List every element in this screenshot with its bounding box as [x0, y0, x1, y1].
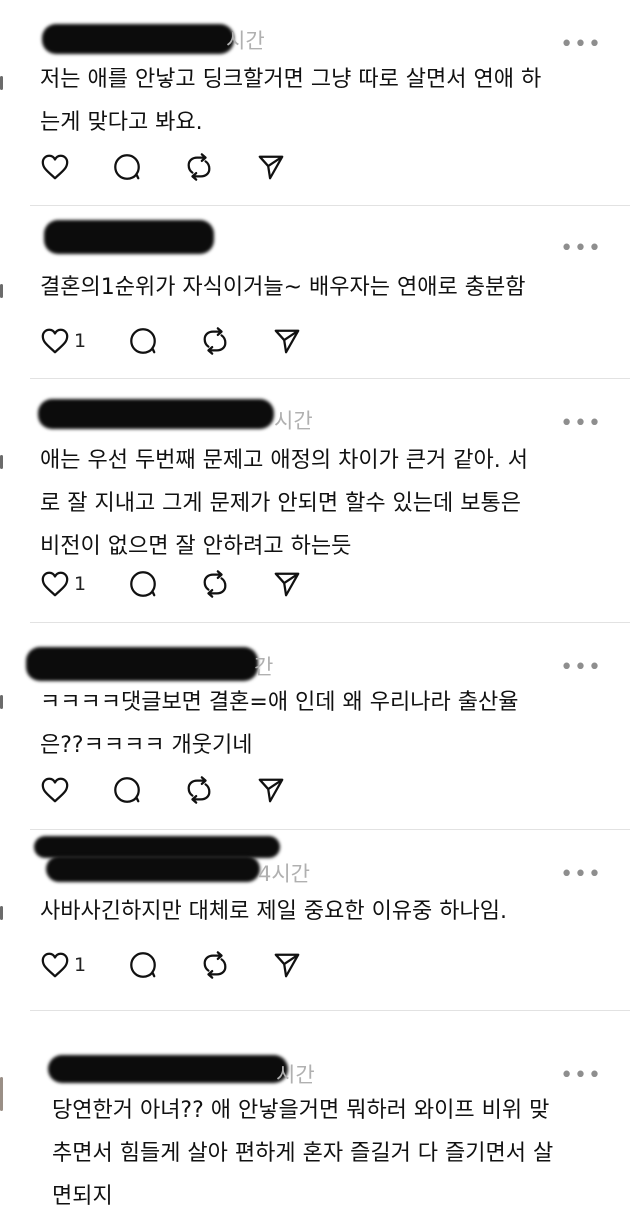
post-text: 사바사긴하지만 대체로 제일 중요한 이유중 하나임. [40, 899, 508, 924]
comment-button[interactable] [128, 324, 200, 358]
username-redacted [38, 399, 274, 429]
post-actions: 1 [40, 567, 344, 601]
post-actions [40, 150, 328, 184]
comment-bubble-icon [130, 571, 156, 597]
repost-icon [203, 570, 227, 598]
repost-icon [203, 327, 227, 355]
post-text: 애는 우선 두번째 문제고 애정의 차이가 큰거 같아. 서 로 잘 지내고 그… [40, 448, 528, 559]
send-icon [258, 778, 284, 803]
thread-line [0, 284, 3, 298]
username-redacted [26, 647, 258, 681]
repost-icon [203, 951, 227, 979]
repost-icon [187, 153, 211, 181]
thread-line [0, 1077, 3, 1111]
post-time: 4시간 [258, 862, 311, 886]
heart-icon [41, 154, 69, 180]
post-5: 4시간 ••• 사바사긴하지만 대체로 제일 중요한 이유중 하나임. 1 [0, 830, 640, 1010]
more-options-button[interactable]: ••• [560, 238, 602, 260]
post-time: 간 [254, 655, 274, 679]
comment-bubble-icon [114, 154, 140, 180]
share-button[interactable] [272, 567, 344, 601]
post-actions: 1 [40, 324, 344, 358]
repost-button[interactable] [184, 150, 256, 184]
heart-icon [41, 777, 69, 803]
post-time: 시간 [276, 1063, 315, 1087]
send-icon [274, 329, 300, 354]
like-count: 1 [74, 573, 87, 595]
more-options-button[interactable]: ••• [560, 34, 602, 56]
username-redacted [46, 856, 260, 882]
thread-line [0, 76, 3, 90]
like-button[interactable] [40, 150, 112, 184]
like-button[interactable] [40, 773, 112, 807]
like-button[interactable]: 1 [40, 324, 128, 358]
heart-icon [41, 952, 69, 978]
username-redacted [42, 24, 234, 54]
share-button[interactable] [256, 150, 328, 184]
send-icon [274, 953, 300, 978]
comment-button[interactable] [112, 150, 184, 184]
post-3: 시간 ••• 애는 우선 두번째 문제고 애정의 차이가 큰거 같아. 서 로 … [0, 379, 640, 622]
comment-bubble-icon [130, 952, 156, 978]
heart-icon [41, 571, 69, 597]
username-redacted [34, 836, 280, 858]
post-text: 결혼의1순위가 자식이거늘~ 배우자는 연애로 충분함 [40, 275, 526, 300]
post-text: 당연한거 아녀?? 애 안낳을거면 뭐하러 와이프 비위 맞 추면서 힘들게 살… [52, 1098, 554, 1209]
send-icon [274, 572, 300, 597]
more-options-button[interactable]: ••• [560, 413, 602, 435]
repost-button[interactable] [200, 567, 272, 601]
like-button[interactable]: 1 [40, 948, 128, 982]
post-text: ㅋㅋㅋㅋ댓글보면 결혼=애 인데 왜 우리나라 출산율 은??ㅋㅋㅋㅋ 개웃기네 [40, 690, 519, 758]
send-icon [258, 155, 284, 180]
comment-button[interactable] [128, 567, 200, 601]
post-6: 시간 ••• 당연한거 아녀?? 애 안낳을거면 뭐하러 와이프 비위 맞 추면… [0, 1011, 640, 1209]
more-options-button[interactable]: ••• [560, 864, 602, 886]
post-1: 시간 ••• 저는 애를 안낳고 딩크할거면 그냥 따로 살면서 연애 하 는게… [0, 0, 640, 205]
comment-bubble-icon [130, 328, 156, 354]
post-2: ••• 결혼의1순위가 자식이거늘~ 배우자는 연애로 충분함 1 [0, 206, 640, 378]
repost-button[interactable] [200, 948, 272, 982]
share-button[interactable] [272, 324, 344, 358]
post-4: 간 ••• ㅋㅋㅋㅋ댓글보면 결혼=애 인데 왜 우리나라 출산율 은??ㅋㅋㅋ… [0, 623, 640, 829]
username-redacted [44, 220, 214, 254]
share-button[interactable] [272, 948, 344, 982]
heart-icon [41, 328, 69, 354]
like-count: 1 [74, 954, 87, 976]
post-time: 시간 [274, 409, 313, 433]
thread-line [0, 455, 3, 469]
thread-line [0, 906, 3, 920]
post-text: 저는 애를 안낳고 딩크할거면 그냥 따로 살면서 연애 하 는게 맞다고 봐요… [40, 67, 542, 135]
comment-button[interactable] [112, 773, 184, 807]
comment-button[interactable] [128, 948, 200, 982]
more-options-button[interactable]: ••• [560, 657, 602, 679]
like-count: 1 [74, 330, 87, 352]
post-actions [40, 773, 328, 807]
comment-bubble-icon [114, 777, 140, 803]
repost-button[interactable] [184, 773, 256, 807]
username-redacted [48, 1055, 288, 1083]
share-button[interactable] [256, 773, 328, 807]
like-button[interactable]: 1 [40, 567, 128, 601]
post-actions: 1 [40, 948, 344, 982]
post-time: 시간 [226, 29, 265, 53]
repost-button[interactable] [200, 324, 272, 358]
repost-icon [187, 776, 211, 804]
more-options-button[interactable]: ••• [560, 1065, 602, 1087]
thread-line [0, 695, 3, 709]
